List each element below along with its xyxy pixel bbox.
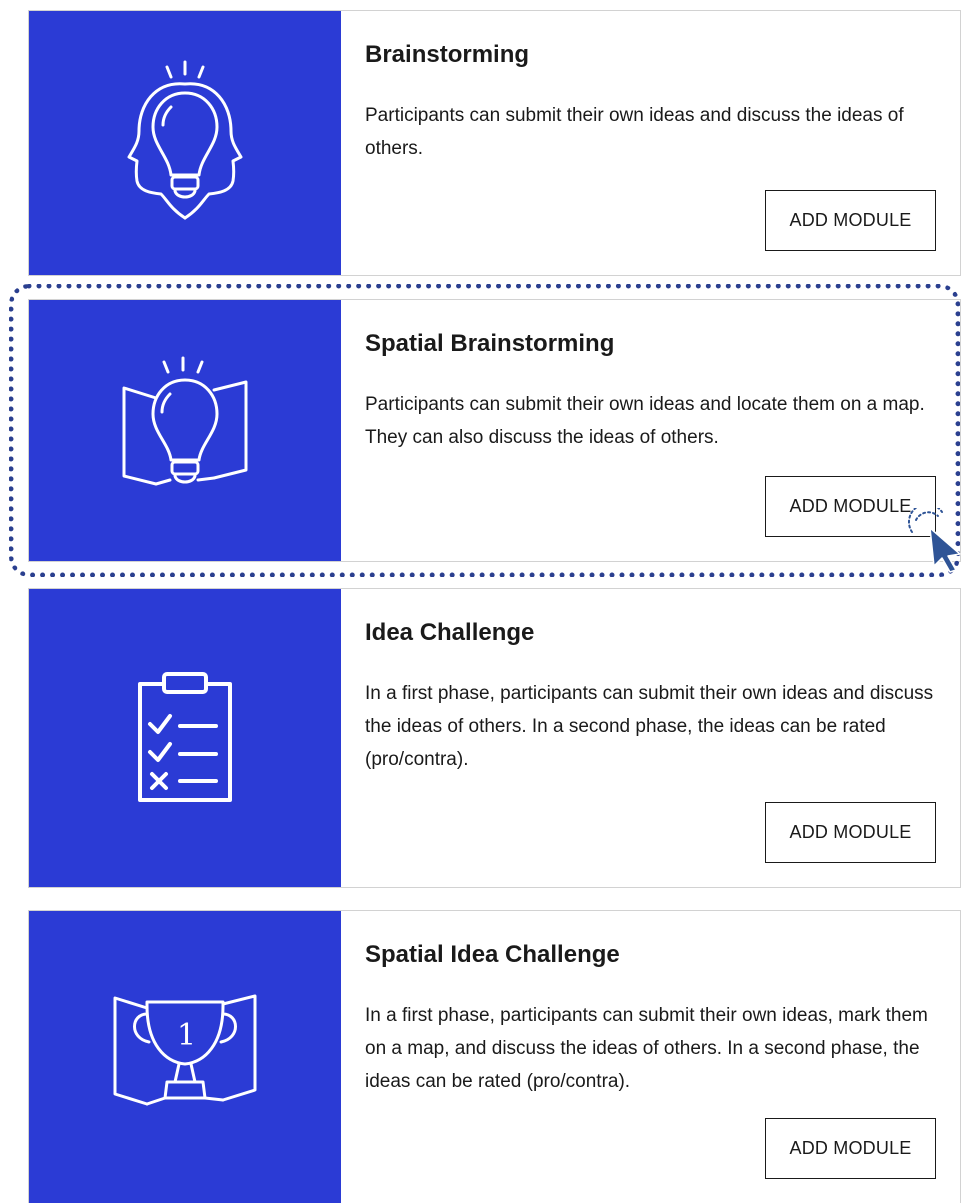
module-content: Idea Challenge In a first phase, partici…: [341, 589, 960, 887]
add-module-button[interactable]: ADD MODULE: [765, 802, 936, 863]
module-description: Participants can submit their own ideas …: [365, 105, 904, 159]
lightbulb-two-faces-icon: [127, 60, 243, 220]
module-title: Idea Challenge: [365, 619, 535, 646]
trophy-number: 1: [177, 1018, 197, 1053]
module-card-idea-challenge: Idea Challenge In a first phase, partici…: [28, 588, 961, 888]
module-description: In a first phase, participants can submi…: [365, 1005, 928, 1092]
add-module-button[interactable]: ADD MODULE: [765, 190, 936, 251]
trophy-map-icon: [113, 994, 257, 1106]
module-card-spatial-brainstorming: Spatial Brainstorming Participants can s…: [28, 299, 961, 562]
add-module-button[interactable]: ADD MODULE: [765, 1118, 936, 1179]
module-card-brainstorming: Brainstorming Participants can submit th…: [28, 10, 961, 276]
module-content: Spatial Idea Challenge In a first phase,…: [341, 911, 960, 1203]
module-description: In a first phase, participants can submi…: [365, 683, 934, 770]
module-title: Spatial Idea Challenge: [365, 941, 620, 968]
module-content: Spatial Brainstorming Participants can s…: [341, 300, 960, 561]
module-icon-panel: [29, 300, 341, 561]
lightbulb-map-icon: [122, 356, 248, 485]
module-card-spatial-idea-challenge: 1 Spatial Idea Challenge In a first phas…: [28, 910, 961, 1203]
add-module-button[interactable]: ADD MODULE: [765, 476, 936, 537]
module-icon-panel: 1: [29, 911, 341, 1203]
module-icon-panel: [29, 11, 341, 275]
module-title: Brainstorming: [365, 41, 530, 68]
module-description: Participants can submit their own ideas …: [365, 394, 925, 448]
clipboard-checklist-icon: [138, 672, 232, 802]
module-icon-panel: [29, 589, 341, 887]
module-content: Brainstorming Participants can submit th…: [341, 11, 960, 275]
module-title: Spatial Brainstorming: [365, 330, 615, 357]
